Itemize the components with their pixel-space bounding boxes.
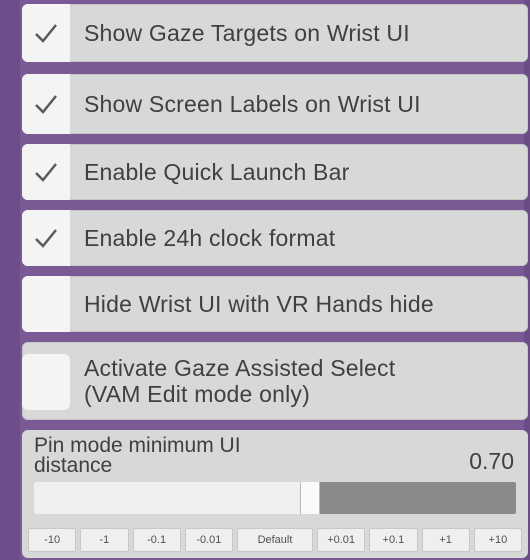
step-button[interactable]: -1 [80, 528, 129, 552]
step-button[interactable]: +0.1 [369, 528, 418, 552]
checkmark-icon [35, 95, 57, 114]
step-button[interactable]: +10 [473, 528, 522, 552]
step-button[interactable]: Default [237, 528, 313, 552]
toggle-gaze-assisted-select[interactable]: Activate Gaze Assisted Select (VAM Edit … [22, 342, 528, 420]
step-button[interactable]: -0.01 [184, 528, 233, 552]
slider-step-buttons: -10 -1 -0.1 -0.01 Default +0.01 +0.1 +1 +10 [28, 528, 522, 552]
checkbox[interactable] [22, 210, 70, 266]
slider-value: 0.70 [469, 448, 514, 474]
left-frame-edge [0, 0, 20, 560]
step-button[interactable]: +0.01 [317, 528, 366, 552]
toggle-show-gaze-targets[interactable]: Show Gaze Targets on Wrist UI [22, 4, 528, 62]
slider-fill [34, 482, 309, 514]
step-button[interactable]: +1 [421, 528, 470, 552]
checkbox[interactable] [22, 74, 70, 134]
checkmark-icon [35, 163, 57, 182]
checkmark-icon [35, 229, 57, 248]
checkbox[interactable] [22, 276, 70, 332]
slider-handle[interactable] [299, 482, 320, 514]
checkbox[interactable] [22, 4, 70, 62]
toggle-label: Show Screen Labels on Wrist UI [84, 90, 421, 117]
slider-label: Pin mode minimum UI distance [34, 434, 241, 477]
step-button[interactable]: -0.1 [132, 528, 181, 552]
toggle-hide-wrist-ui[interactable]: Hide Wrist UI with VR Hands hide [22, 276, 528, 332]
toggle-label: Activate Gaze Assisted Select (VAM Edit … [84, 354, 396, 407]
toggle-enable-quick-launch-bar[interactable]: Enable Quick Launch Bar [22, 144, 528, 200]
pin-distance-slider-panel: Pin mode minimum UI distance 0.70 -10 -1-… [22, 430, 528, 558]
checkbox[interactable] [22, 144, 70, 200]
toggle-show-screen-labels[interactable]: Show Screen Labels on Wrist UI [22, 74, 528, 134]
toggle-label: Enable Quick Launch Bar [84, 158, 350, 185]
toggle-enable-24h-clock[interactable]: Enable 24h clock format [22, 210, 528, 266]
checkmark-icon [35, 24, 57, 43]
checkbox[interactable] [22, 354, 70, 410]
step-button[interactable]: -10 [28, 528, 77, 552]
slider-track[interactable] [34, 482, 516, 514]
toggle-label: Enable 24h clock format [84, 224, 336, 251]
toggle-label: Hide Wrist UI with VR Hands hide [84, 290, 434, 317]
toggle-label: Show Gaze Targets on Wrist UI [84, 19, 410, 46]
